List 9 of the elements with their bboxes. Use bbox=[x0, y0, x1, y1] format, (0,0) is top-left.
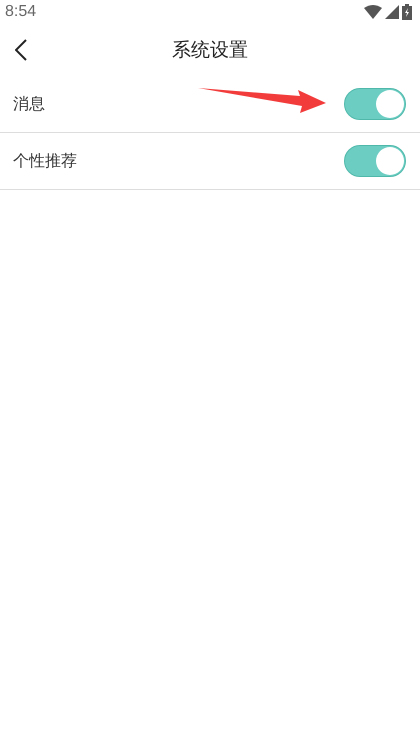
wifi-icon bbox=[364, 5, 382, 19]
toggle-switch[interactable] bbox=[344, 145, 406, 177]
toggle-switch[interactable] bbox=[344, 88, 406, 120]
battery-icon bbox=[402, 4, 412, 20]
setting-label: 消息 bbox=[13, 94, 45, 114]
signal-icon bbox=[385, 5, 399, 19]
status-time: 8:54 bbox=[5, 3, 36, 21]
page-title: 系统设置 bbox=[172, 38, 248, 63]
setting-label: 个性推荐 bbox=[13, 150, 77, 172]
